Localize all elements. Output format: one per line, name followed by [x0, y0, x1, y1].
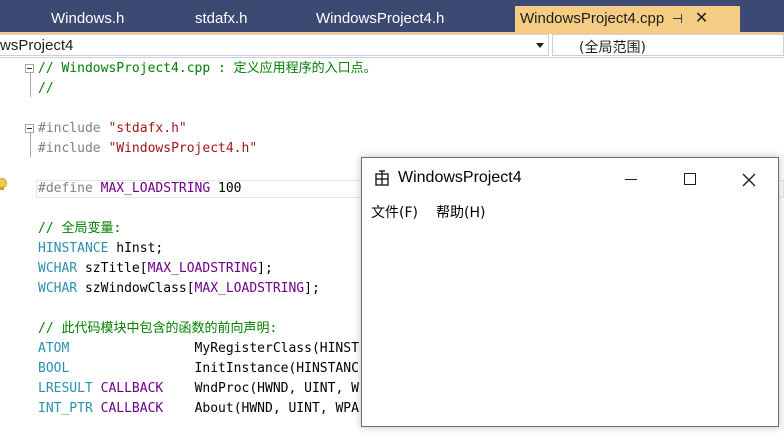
tab-windows-h[interactable]: Windows.h [51, 6, 124, 32]
preprocessor-directive: #include [38, 121, 109, 136]
code-line-4: #include "stdafx.h" [38, 119, 187, 139]
code-line-5: #include "WindowsProject4.h" [38, 139, 257, 159]
comment: // WindowsProject4.cpp : 定义应用程序的入口点。 [38, 61, 377, 76]
code-line-10: HINSTANCE hInst; [38, 239, 163, 259]
macro-name: CALLBACK [100, 401, 164, 416]
app-window-menubar: 文件(F) 帮助(H) [362, 200, 778, 222]
tab-label: stdafx.h [195, 10, 248, 27]
tab-label: WindowsProject4.cpp [520, 10, 665, 27]
string-literal: "WindowsProject4.h" [108, 141, 258, 156]
function-declaration: WndProc(HWND, UINT, W [194, 381, 359, 396]
app-window-titlebar[interactable]: WindowsProject4 [362, 158, 778, 200]
preprocessor-directive: #define [38, 181, 101, 196]
code-line-16: BOOL InitInstance(HINSTANC [38, 359, 359, 379]
function-declaration: About(HWND, UINT, WPA [194, 401, 359, 416]
identifier: szTitle[ [77, 261, 148, 276]
type-name: BOOL [38, 361, 70, 376]
tab-windowsproject4-cpp[interactable]: WindowsProject4.cpp ⊣ ✕ [515, 6, 740, 32]
macro-value: 100 [210, 181, 242, 196]
app-window-icon [374, 170, 390, 186]
punctuation: ]; [304, 281, 320, 296]
tab-label: Windows.h [51, 10, 125, 27]
scope-dropdown-value: (全局范围) [579, 40, 646, 56]
code-line-14: // 此代码模块中包含的函数的前向声明: [38, 319, 277, 339]
document-tab-bar: Windows.h stdafx.h WindowsProject4.h Win… [0, 0, 784, 34]
app-window[interactable]: WindowsProject4 文件(F) 帮助(H) [361, 157, 779, 427]
lightbulb-icon[interactable] [0, 178, 8, 192]
comment: // 此代码模块中包含的函数的前向声明: [38, 321, 278, 336]
preprocessor-directive: #include [38, 141, 109, 156]
tab-stdafx-h[interactable]: stdafx.h [195, 6, 248, 32]
code-line-7: #define MAX_LOADSTRING 100 [38, 179, 242, 199]
close-window-button[interactable] [726, 158, 772, 200]
type-name: HINSTANCE [38, 241, 109, 256]
project-dropdown[interactable]: wsProject4 [0, 34, 549, 56]
identifier: hInst; [108, 241, 164, 256]
collapse-icon[interactable] [25, 124, 34, 133]
pin-icon[interactable]: ⊣ [668, 6, 686, 32]
project-dropdown-value: wsProject4 [0, 37, 74, 54]
menu-help[interactable]: 帮助(H) [436, 202, 485, 222]
maximize-button[interactable] [667, 158, 713, 200]
tab-label: WindowsProject4.h [316, 10, 445, 27]
navigation-bar: wsProject4 (全局范围) [0, 34, 784, 58]
macro-name: CALLBACK [100, 381, 164, 396]
code-line-12: WCHAR szWindowClass[MAX_LOADSTRING]; [38, 279, 320, 299]
code-line-1: // WindowsProject4.cpp : 定义应用程序的入口点。 [38, 59, 377, 79]
scope-dropdown[interactable]: (全局范围) [552, 34, 784, 56]
menu-file[interactable]: 文件(F) [371, 202, 418, 222]
code-line-9: // 全局变量: [38, 219, 121, 239]
punctuation: ]; [257, 261, 273, 276]
function-declaration: MyRegisterClass(HINST [194, 341, 359, 356]
minimize-button[interactable] [608, 158, 654, 200]
comment: // [38, 81, 54, 96]
type-name: WCHAR [38, 281, 78, 296]
outline-line [30, 73, 31, 97]
collapse-icon[interactable] [25, 64, 34, 73]
macro-name: MAX_LOADSTRING [194, 281, 305, 296]
tab-windowsproject4-h[interactable]: WindowsProject4.h [316, 6, 444, 32]
chevron-down-icon[interactable] [536, 43, 544, 48]
string-literal: "stdafx.h" [108, 121, 187, 136]
app-window-title: WindowsProject4 [398, 169, 522, 186]
macro-name: MAX_LOADSTRING [100, 181, 211, 196]
type-name: LRESULT [38, 381, 93, 396]
comment: // 全局变量: [38, 221, 122, 236]
macro-name: MAX_LOADSTRING [147, 261, 258, 276]
function-declaration: InitInstance(HINSTANC [194, 361, 359, 376]
app-window-client-area[interactable] [362, 222, 778, 426]
code-line-11: WCHAR szTitle[MAX_LOADSTRING]; [38, 259, 273, 279]
code-line-15: ATOM MyRegisterClass(HINST [38, 339, 359, 359]
type-name: WCHAR [38, 261, 78, 276]
code-line-18: INT_PTR CALLBACK About(HWND, UINT, WPA [38, 399, 359, 419]
close-tab-icon[interactable]: ✕ [693, 6, 711, 32]
identifier: szWindowClass[ [77, 281, 195, 296]
type-name: INT_PTR [38, 401, 93, 416]
code-line-2: // [38, 79, 54, 99]
close-icon [742, 172, 756, 187]
type-name: ATOM [38, 341, 70, 356]
minimize-icon [625, 179, 637, 180]
code-line-17: LRESULT CALLBACK WndProc(HWND, UINT, W [38, 379, 359, 399]
outline-line [30, 133, 31, 157]
maximize-icon [684, 173, 696, 185]
